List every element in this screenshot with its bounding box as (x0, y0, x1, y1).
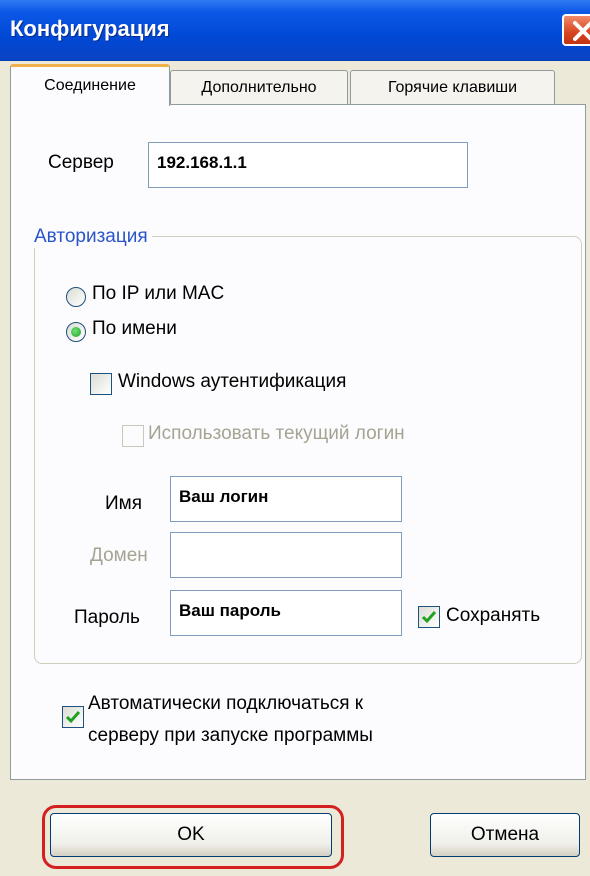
auto-connect-label-line2[interactable]: серверу при запуске программы (88, 725, 373, 747)
domain-label: Домен (90, 545, 148, 566)
use-current-login-checkbox[interactable] (122, 425, 144, 447)
server-input[interactable]: 192.168.1.1 (148, 142, 468, 188)
name-label: Имя (105, 493, 143, 514)
window-title: Конфигурация (10, 16, 170, 41)
password-input[interactable]: Ваш пароль (170, 590, 402, 636)
checkmark-icon (421, 611, 437, 624)
tab-connection[interactable]: Соединение (10, 64, 170, 106)
radio-selected-dot (71, 327, 81, 337)
close-icon (573, 21, 590, 41)
radio-by-name[interactable] (66, 322, 86, 342)
tab-advanced[interactable]: Дополнительно (170, 70, 348, 104)
domain-input[interactable] (170, 532, 402, 578)
windows-auth-label[interactable]: Windows аутентификация (118, 371, 346, 393)
windows-auth-checkbox[interactable] (90, 373, 112, 395)
close-button[interactable] (562, 14, 590, 46)
auto-connect-label-line1[interactable]: Автоматически подключаться к (88, 693, 363, 715)
radio-ip-mac-label[interactable]: По IP или MAC (92, 283, 224, 305)
radio-ip-mac[interactable] (66, 287, 86, 307)
auto-connect-checkbox[interactable] (62, 706, 84, 728)
use-current-login-label: Использовать текущий логин (148, 423, 405, 444)
checkmark-icon (65, 711, 81, 724)
cancel-button[interactable]: Отмена (430, 813, 580, 857)
save-password-label[interactable]: Сохранять (446, 605, 540, 627)
tab-hotkeys[interactable]: Горячие клавиши (350, 70, 555, 104)
ok-highlight-annotation (42, 805, 344, 869)
authorization-title: Авторизация (30, 226, 152, 248)
save-password-checkbox[interactable] (418, 606, 440, 628)
password-label: Пароль (74, 607, 140, 628)
title-bar[interactable]: Конфигурация (0, 0, 590, 61)
server-label: Сервер (48, 152, 114, 173)
name-input[interactable]: Ваш логин (170, 476, 402, 522)
radio-by-name-label[interactable]: По имени (92, 318, 177, 340)
